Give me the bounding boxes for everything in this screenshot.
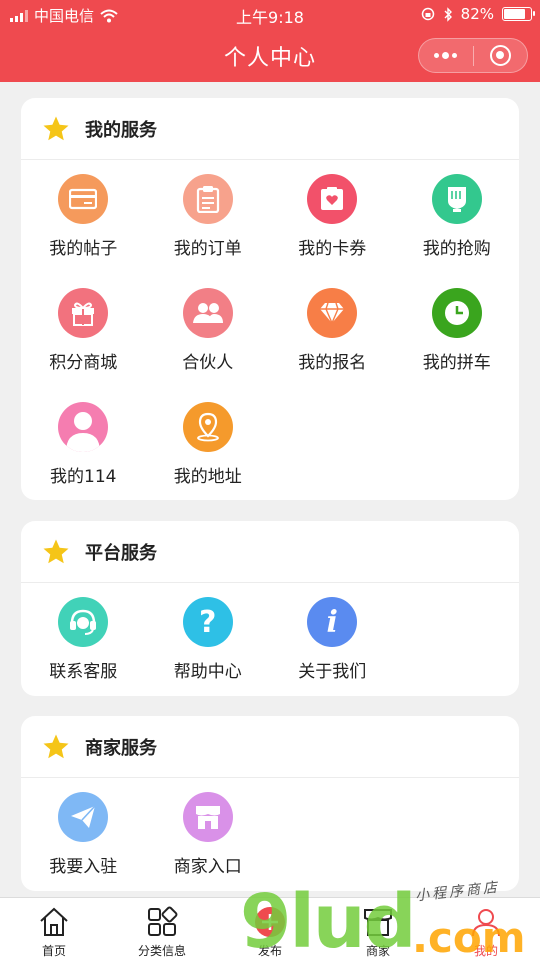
- orientation-lock-icon: [421, 7, 434, 21]
- headset-icon: [58, 597, 109, 647]
- service-label: 我的订单: [173, 239, 242, 259]
- service-label: 我的地址: [173, 467, 242, 487]
- section-my-services: 我的服务 我的帖子 我的订单 我的卡券 我的抢购 积分商城 合伙人 我的报名 我…: [21, 98, 519, 500]
- section-header: 我的服务: [21, 98, 519, 160]
- service-label: 我的抢购: [422, 239, 491, 259]
- more-dots-icon: [434, 52, 458, 59]
- status-bar: 中国电信 上午9:18 82%: [0, 0, 540, 30]
- tab-home[interactable]: 首页: [0, 898, 108, 960]
- clipboard-icon: [182, 174, 233, 224]
- profile-icon: [468, 904, 504, 940]
- service-my-114[interactable]: 我的114: [21, 402, 146, 516]
- tab-category[interactable]: 分类信息: [108, 898, 216, 960]
- shopping-bag-icon: [431, 174, 482, 224]
- store-icon: [182, 792, 233, 842]
- card-icon: [58, 174, 109, 224]
- category-icon: [144, 904, 180, 940]
- nav-bar: 个人中心: [0, 30, 540, 82]
- section-title: 我的服务: [85, 119, 157, 141]
- battery-icon: [502, 7, 535, 21]
- publish-icon: [252, 904, 288, 940]
- store-icon: [360, 904, 396, 940]
- info-icon: i: [307, 597, 358, 647]
- service-my-posts[interactable]: 我的帖子: [21, 174, 146, 288]
- service-about-us[interactable]: i 关于我们: [270, 597, 395, 711]
- more-button[interactable]: [419, 39, 473, 72]
- service-my-orders[interactable]: 我的订单: [146, 174, 271, 288]
- star-icon: [43, 116, 69, 140]
- service-label: 我的114: [50, 467, 117, 487]
- service-grid: 我要入驻 商家入口: [21, 778, 519, 906]
- question-icon: ?: [182, 597, 233, 647]
- service-label: 积分商城: [49, 353, 118, 373]
- service-merchant-portal[interactable]: 商家入口: [146, 792, 271, 906]
- section-header: 平台服务: [21, 521, 519, 583]
- tab-mine[interactable]: 我的: [432, 898, 540, 960]
- service-label: 关于我们: [298, 662, 367, 682]
- battery-fill: [504, 9, 525, 19]
- section-title: 平台服务: [85, 542, 157, 564]
- tab-label: 商家: [365, 944, 390, 958]
- service-my-registration[interactable]: 我的报名: [270, 288, 395, 402]
- tab-label: 分类信息: [137, 944, 186, 958]
- service-my-coupons[interactable]: 我的卡券: [270, 174, 395, 288]
- coupon-icon: [307, 174, 358, 224]
- star-icon: [43, 734, 69, 758]
- service-label: 帮助中心: [173, 662, 242, 682]
- mini-program-capsule: [418, 38, 528, 73]
- service-label: 我的卡券: [298, 239, 367, 259]
- tab-label: 发布: [257, 944, 282, 958]
- clock-icon: [431, 288, 482, 338]
- bluetooth-icon: [444, 6, 452, 22]
- gift-icon: [58, 288, 109, 338]
- service-grid: 我的帖子 我的订单 我的卡券 我的抢购 积分商城 合伙人 我的报名 我的拼车 我…: [21, 160, 519, 516]
- tab-merchant[interactable]: 商家: [324, 898, 432, 960]
- service-my-address[interactable]: 我的地址: [146, 402, 271, 516]
- service-label: 我的报名: [298, 353, 367, 373]
- location-icon: [182, 402, 233, 452]
- diamond-icon: [307, 288, 358, 338]
- service-label: 我要入驻: [49, 857, 118, 877]
- service-my-carpool[interactable]: 我的拼车: [395, 288, 520, 402]
- section-platform-services: 平台服务 联系客服 ? 帮助中心 i 关于我们: [21, 521, 519, 696]
- service-label: 商家入口: [173, 857, 242, 877]
- service-label: 合伙人: [182, 353, 234, 373]
- service-contact-support[interactable]: 联系客服: [21, 597, 146, 711]
- user-icon: [58, 402, 109, 452]
- partners-icon: [182, 288, 233, 338]
- battery-percent: 82%: [460, 5, 494, 23]
- service-points-mall[interactable]: 积分商城: [21, 288, 146, 402]
- tab-bar: 首页 分类信息 发布 商家 我的: [0, 897, 540, 960]
- service-label: 我的帖子: [49, 239, 118, 259]
- service-my-flash-sale[interactable]: 我的抢购: [395, 174, 520, 288]
- service-label: 联系客服: [49, 662, 118, 682]
- close-mini-program-button[interactable]: [474, 39, 528, 72]
- target-icon: [489, 45, 511, 66]
- service-grid: 联系客服 ? 帮助中心 i 关于我们: [21, 583, 519, 711]
- star-icon: [43, 539, 69, 563]
- section-merchant-services: 商家服务 我要入驻 商家入口: [21, 716, 519, 891]
- section-header: 商家服务: [21, 716, 519, 778]
- service-join-as-merchant[interactable]: 我要入驻: [21, 792, 146, 906]
- tab-publish[interactable]: 发布: [216, 898, 324, 960]
- service-label: 我的拼车: [422, 353, 491, 373]
- paper-plane-icon: [58, 792, 109, 842]
- service-partners[interactable]: 合伙人: [146, 288, 271, 402]
- tab-label: 首页: [41, 944, 66, 958]
- home-icon: [36, 904, 72, 940]
- status-right: 82%: [421, 5, 535, 23]
- tab-label: 我的: [473, 944, 498, 958]
- section-title: 商家服务: [85, 737, 157, 759]
- service-help-center[interactable]: ? 帮助中心: [146, 597, 271, 711]
